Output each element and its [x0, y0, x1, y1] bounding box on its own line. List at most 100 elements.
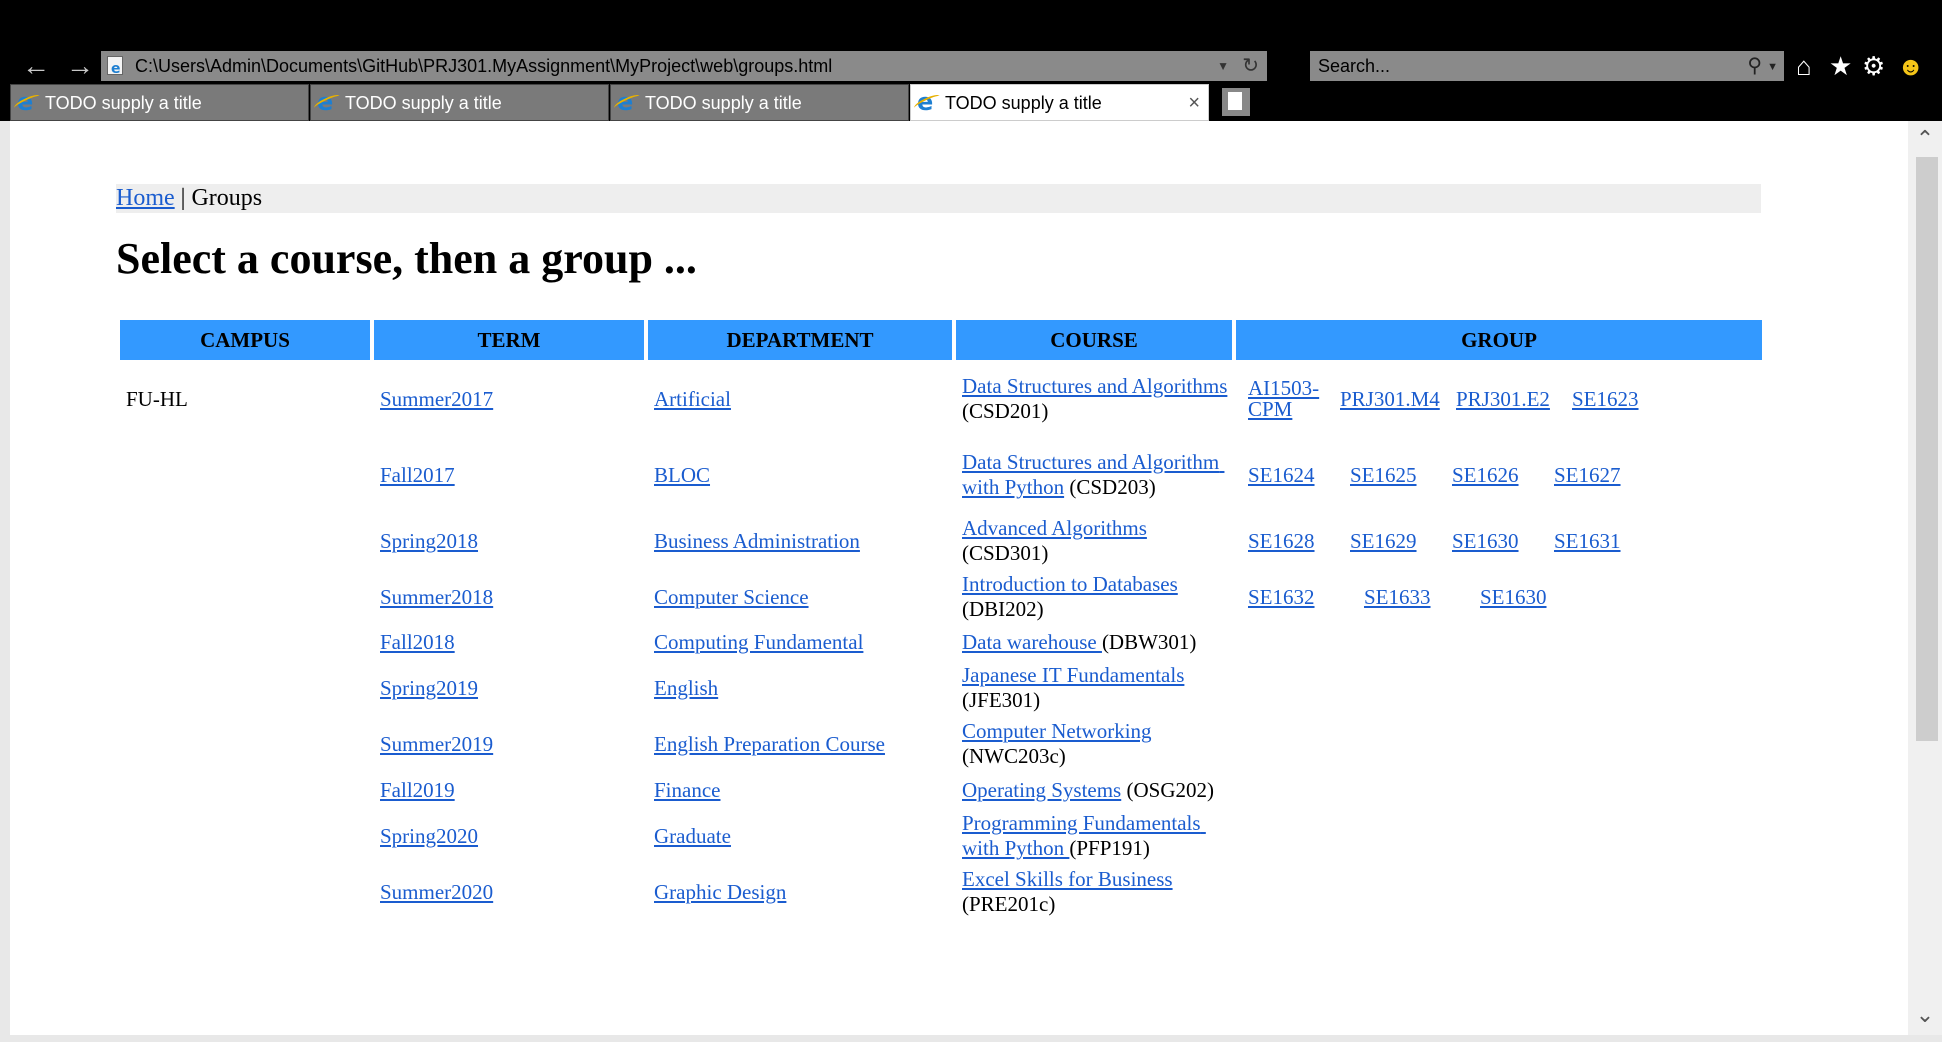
term-link[interactable]: Fall2017	[380, 463, 455, 487]
scroll-up-icon[interactable]: ⌃	[1908, 123, 1942, 157]
group-item: SE1628	[1248, 529, 1350, 554]
course-link[interactable]: Introduction to Databases	[962, 572, 1178, 596]
smiley-feedback-icon[interactable]: ☻	[1897, 52, 1924, 80]
chevron-down-icon[interactable]: ▼	[1767, 52, 1778, 82]
department-link[interactable]: Finance	[654, 778, 720, 802]
group-cell	[1236, 716, 1762, 772]
search-box[interactable]: Search... ⚲ ▼	[1310, 51, 1784, 81]
group-link[interactable]: SE1627	[1554, 463, 1621, 487]
refresh-icon[interactable]: ↻	[1242, 51, 1259, 81]
term-link[interactable]: Summer2017	[380, 387, 493, 411]
term-cell: Spring2018	[374, 512, 644, 570]
campus-cell	[120, 624, 370, 660]
department-link[interactable]: English	[654, 676, 718, 700]
scroll-down-icon[interactable]: ⌄	[1908, 999, 1942, 1033]
group-cell	[1236, 772, 1762, 808]
group-link[interactable]: SE1624	[1248, 463, 1315, 487]
group-link[interactable]: SE1633	[1364, 585, 1431, 609]
tab-title: TODO supply a title	[645, 93, 802, 113]
close-icon[interactable]: ×	[1188, 85, 1200, 121]
tab-3[interactable]: e TODO supply a title	[610, 84, 909, 121]
campus-cell	[120, 808, 370, 864]
ie-logo-icon: e	[917, 88, 934, 116]
department-link[interactable]: Business Administration	[654, 529, 860, 553]
department-link[interactable]: Artificial	[654, 387, 731, 411]
table-header-row: CAMPUS TERM DEPARTMENT COURSE GROUP	[120, 320, 1762, 360]
department-link[interactable]: Computing Fundamental	[654, 630, 863, 654]
new-tab-icon[interactable]	[1222, 88, 1250, 116]
search-placeholder: Search...	[1318, 56, 1391, 76]
term-link[interactable]: Fall2019	[380, 778, 455, 802]
forward-arrow-icon[interactable]: →	[66, 52, 94, 80]
course-link[interactable]: Computer Networking	[962, 719, 1152, 743]
group-link[interactable]: SE1631	[1554, 529, 1621, 553]
group-item: SE1626	[1452, 463, 1554, 488]
group-cell	[1236, 864, 1762, 920]
tab-2[interactable]: e TODO supply a title	[310, 84, 609, 121]
group-link[interactable]: PRJ301.E2	[1456, 387, 1550, 411]
group-item: SE1624	[1248, 463, 1350, 488]
group-item: PRJ301.M4	[1340, 387, 1456, 412]
term-link[interactable]: Spring2020	[380, 824, 478, 848]
settings-gear-icon[interactable]: ⚙	[1862, 52, 1885, 80]
group-link[interactable]: SE1630	[1480, 585, 1547, 609]
window-edge	[0, 121, 10, 1042]
breadcrumb-home-link[interactable]: Home	[116, 185, 175, 211]
course-cell: Operating Systems (OSG202)	[956, 772, 1232, 808]
breadcrumb: Home | Groups	[116, 184, 1761, 213]
table-row: Summer2020 Graphic Design Excel Skills for…	[120, 864, 1762, 920]
course-link[interactable]: Advanced Algorithms	[962, 516, 1147, 540]
group-link[interactable]: SE1626	[1452, 463, 1519, 487]
campus-cell	[120, 438, 370, 512]
course-cell: Programming Fundamentals with Python (PF…	[956, 808, 1232, 864]
department-cell: Finance	[648, 772, 952, 808]
course-link[interactable]: Data warehouse	[962, 630, 1102, 654]
group-link[interactable]: SE1625	[1350, 463, 1417, 487]
table-row: Fall2017 BLOC Data Structures and Algorith…	[120, 438, 1762, 512]
course-link[interactable]: Operating Systems	[962, 778, 1121, 802]
tab-4-active[interactable]: e TODO supply a title ×	[910, 84, 1209, 121]
favorites-star-icon[interactable]: ★	[1829, 52, 1852, 80]
tab-1[interactable]: e TODO supply a title	[10, 84, 309, 121]
search-icon[interactable]: ⚲	[1747, 51, 1762, 81]
department-cell: Graduate	[648, 808, 952, 864]
course-link[interactable]: Excel Skills for Business	[962, 867, 1173, 891]
scrollbar-thumb[interactable]	[1916, 157, 1938, 741]
term-link[interactable]: Spring2019	[380, 676, 478, 700]
course-cell: Data Structures and Algorithm with Pytho…	[956, 438, 1232, 512]
department-link[interactable]: BLOC	[654, 463, 710, 487]
group-link[interactable]: SE1628	[1248, 529, 1315, 553]
address-bar[interactable]: C:\Users\Admin\Documents\GitHub\PRJ301.M…	[101, 51, 1267, 81]
course-link[interactable]: Japanese IT Fundamentals	[962, 663, 1184, 687]
term-cell: Summer2017	[374, 360, 644, 438]
department-link[interactable]: English Preparation Course	[654, 732, 885, 756]
course-cell: Computer Networking (NWC203c)	[956, 716, 1232, 772]
department-cell: Business Administration	[648, 512, 952, 570]
term-cell: Summer2020	[374, 864, 644, 920]
term-link[interactable]: Fall2018	[380, 630, 455, 654]
page-icon	[107, 54, 123, 81]
term-link[interactable]: Summer2019	[380, 732, 493, 756]
vertical-scrollbar[interactable]: ⌃ ⌄	[1908, 121, 1942, 1035]
group-link[interactable]: PRJ301.M4	[1340, 387, 1440, 411]
term-link[interactable]: Summer2018	[380, 585, 493, 609]
home-icon[interactable]: ⌂	[1796, 52, 1812, 80]
tab-title: TODO supply a title	[945, 93, 1102, 113]
department-link[interactable]: Graphic Design	[654, 880, 786, 904]
group-link[interactable]: SE1629	[1350, 529, 1417, 553]
department-link[interactable]: Computer Science	[654, 585, 809, 609]
term-link[interactable]: Spring2018	[380, 529, 478, 553]
group-item: AI1503-CPM	[1248, 378, 1340, 420]
group-link[interactable]: AI1503-CPM	[1248, 376, 1319, 421]
course-link[interactable]: Data Structures and Algorithms	[962, 374, 1227, 398]
group-link[interactable]: SE1623	[1572, 387, 1639, 411]
back-arrow-icon[interactable]: ←	[22, 52, 50, 80]
group-item: SE1631	[1554, 529, 1656, 554]
campus-cell	[120, 660, 370, 716]
group-link[interactable]: SE1632	[1248, 585, 1315, 609]
group-link[interactable]: SE1630	[1452, 529, 1519, 553]
term-link[interactable]: Summer2020	[380, 880, 493, 904]
page-title: Select a course, then a group ...	[116, 234, 697, 283]
department-link[interactable]: Graduate	[654, 824, 731, 848]
chevron-down-icon[interactable]: ▼	[1217, 51, 1229, 81]
